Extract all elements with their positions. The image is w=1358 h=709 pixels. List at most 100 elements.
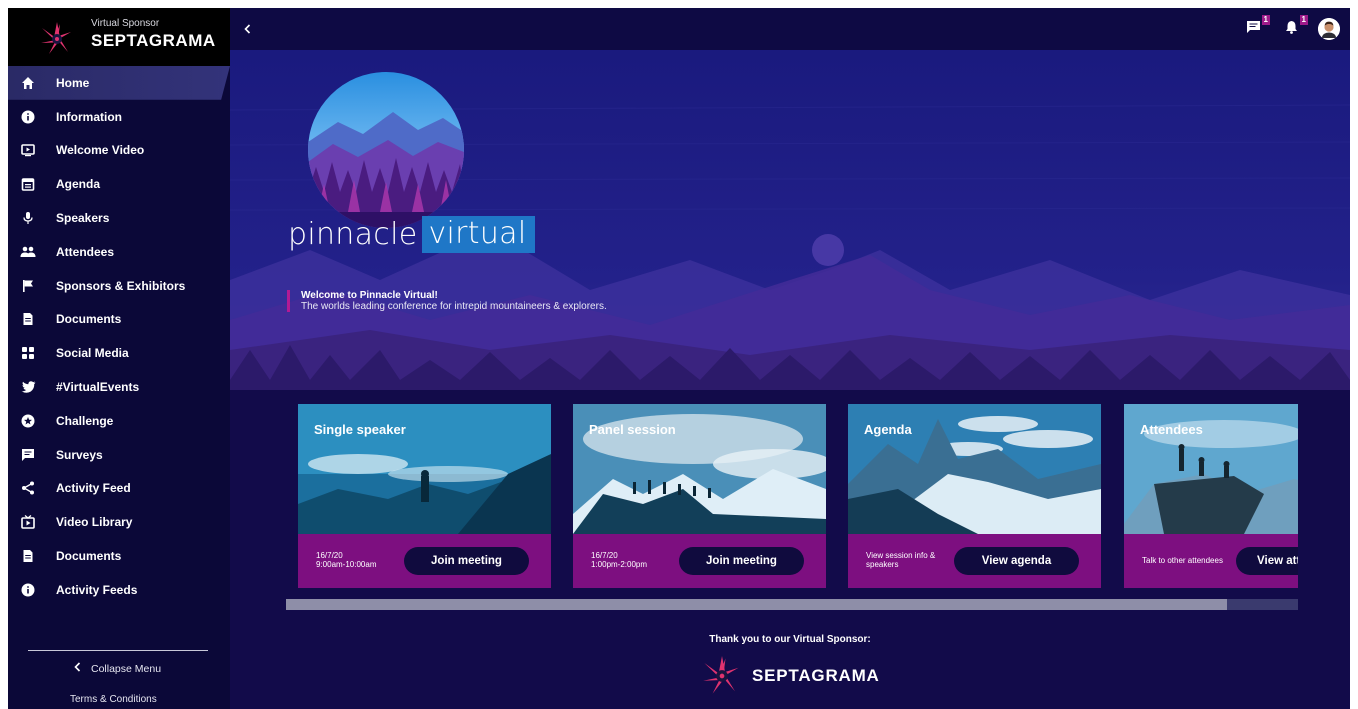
sidebar-item-documents-2[interactable]: Documents <box>8 539 230 573</box>
sponsor-header: Virtual Sponsor SEPTAGRAMA <box>8 8 230 66</box>
logo-word-pinnacle: pinnacle <box>288 217 418 252</box>
sidebar-item-label: Sponsors & Exhibitors <box>56 278 186 293</box>
card-attendees[interactable]: Attendees Talk to other attendees View a… <box>1124 404 1298 588</box>
sidebar-item-label: Challenge <box>56 413 114 428</box>
session-cards: Single speaker 16/7/20 9:00am-10:00am Jo… <box>298 404 1298 588</box>
avatar[interactable] <box>1318 18 1340 40</box>
sidebar-item-agenda[interactable]: Agenda <box>8 167 230 201</box>
document-icon <box>20 311 36 327</box>
card-title: Panel session <box>589 422 676 437</box>
view-attendees-button[interactable]: View attendees <box>1236 547 1298 575</box>
chat-icon <box>1246 20 1261 39</box>
card-info-line: Talk to other attendees <box>1142 556 1223 565</box>
sidebar-item-activity-feeds[interactable]: Activity Feeds <box>8 573 230 607</box>
sidebar-item-surveys[interactable]: Surveys <box>8 438 230 472</box>
sidebar-item-sponsors[interactable]: Sponsors & Exhibitors <box>8 269 230 303</box>
sidebar-item-label: Social Media <box>56 346 129 361</box>
pinnacle-logo-text: pinnacle virtual <box>288 216 535 253</box>
tv-icon <box>20 514 36 530</box>
footer-sponsor-logo: SEPTAGRAMA <box>702 656 880 696</box>
join-meeting-button[interactable]: Join meeting <box>404 547 529 575</box>
twitter-icon <box>20 379 36 395</box>
card-info-line: 9:00am-10:00am <box>316 560 377 569</box>
video-icon <box>20 142 36 158</box>
welcome-title: Welcome to Pinnacle Virtual! <box>301 290 438 301</box>
share-icon <box>20 480 36 496</box>
sidebar-item-label: Documents <box>56 549 122 564</box>
card-info-line: 16/7/20 <box>591 551 618 560</box>
card-info-line: 1:00pm-2:00pm <box>591 560 648 569</box>
sidebar-item-information[interactable]: Information <box>8 100 230 134</box>
sidebar-item-label: Attendees <box>56 244 115 259</box>
terms-link[interactable]: Terms & Conditions <box>70 694 157 705</box>
bell-icon <box>1285 20 1298 39</box>
card-title: Attendees <box>1140 422 1203 437</box>
card-footer: View session info & speakers View agenda <box>848 534 1101 588</box>
sidebar-item-activity-feed[interactable]: Activity Feed <box>8 472 230 506</box>
septagrama-star-logo <box>703 656 739 694</box>
view-agenda-button[interactable]: View agenda <box>954 547 1079 575</box>
microphone-icon <box>20 210 36 226</box>
flag-icon <box>20 278 36 294</box>
card-image: Single speaker <box>298 404 551 534</box>
septagrama-star-logo <box>41 22 71 54</box>
sidebar-item-label: Agenda <box>56 177 101 192</box>
card-image: Panel session <box>573 404 826 534</box>
sidebar-item-label: Video Library <box>56 515 133 530</box>
sidebar-item-welcome-video[interactable]: Welcome Video <box>8 134 230 168</box>
chat-button[interactable]: 1 <box>1242 15 1270 40</box>
back-button[interactable] <box>244 21 251 39</box>
card-title: Single speaker <box>314 422 406 437</box>
welcome-block: Welcome to Pinnacle Virtual! The worlds … <box>287 290 617 312</box>
card-info: 16/7/20 9:00am-10:00am <box>316 551 376 569</box>
home-icon <box>20 75 36 91</box>
sidebar-item-label: Activity Feed <box>56 481 131 496</box>
sidebar-item-attendees[interactable]: Attendees <box>8 235 230 269</box>
sidebar-item-documents[interactable]: Documents <box>8 303 230 337</box>
sidebar-item-label: Activity Feeds <box>56 582 138 597</box>
pinnacle-logo-image <box>308 72 464 228</box>
collapse-menu-button[interactable]: Collapse Menu <box>74 662 161 675</box>
info-icon <box>20 582 36 598</box>
people-icon <box>20 244 36 260</box>
card-info: Talk to other attendees <box>1142 556 1223 565</box>
sidebar-item-social-media[interactable]: Social Media <box>8 336 230 370</box>
card-footer: 16/7/20 9:00am-10:00am Join meeting <box>298 534 551 588</box>
sponsor-name: SEPTAGRAMA <box>91 31 216 50</box>
scrollbar-thumb[interactable] <box>286 599 1228 610</box>
sidebar-item-virtualevents[interactable]: #VirtualEvents <box>8 370 230 404</box>
sidebar-item-home[interactable]: Home <box>8 66 230 100</box>
survey-icon <box>20 447 36 463</box>
star-icon <box>20 413 36 429</box>
notification-badge: 1 <box>1299 15 1308 25</box>
chevron-left-icon <box>74 662 81 675</box>
cards-scrollbar[interactable] <box>286 599 1298 610</box>
top-bar: 1 1 <box>230 8 1350 50</box>
notifications-button[interactable]: 1 <box>1280 15 1308 40</box>
sidebar-item-label: Welcome Video <box>56 143 145 158</box>
card-image: Agenda <box>848 404 1101 534</box>
card-info: 16/7/20 1:00pm-2:00pm <box>591 551 647 569</box>
sidebar-item-label: Surveys <box>56 447 103 462</box>
sidebar-item-label: Information <box>56 109 122 124</box>
info-icon <box>20 109 36 125</box>
collapse-menu-label: Collapse Menu <box>91 662 162 675</box>
welcome-subtitle: The worlds leading conference for intrep… <box>301 301 607 312</box>
chat-badge: 1 <box>1261 15 1270 25</box>
sidebar-divider <box>28 650 208 651</box>
calendar-icon <box>20 176 36 192</box>
card-title: Agenda <box>864 422 912 437</box>
sidebar-item-speakers[interactable]: Speakers <box>8 201 230 235</box>
card-agenda[interactable]: Agenda View session info & speakers View… <box>848 404 1101 588</box>
sidebar-item-label: Documents <box>56 312 122 327</box>
top-actions: 1 1 <box>1242 15 1340 40</box>
sidebar-item-video-library[interactable]: Video Library <box>8 505 230 539</box>
card-panel-session[interactable]: Panel session 16/7/20 1:00pm-2:00pm Join… <box>573 404 826 588</box>
join-meeting-button[interactable]: Join meeting <box>679 547 804 575</box>
card-info-line: View session info & <box>866 551 936 560</box>
card-image: Attendees <box>1124 404 1298 534</box>
logo-word-virtual: virtual <box>422 216 535 253</box>
card-single-speaker[interactable]: Single speaker 16/7/20 9:00am-10:00am Jo… <box>298 404 551 588</box>
card-footer: 16/7/20 1:00pm-2:00pm Join meeting <box>573 534 826 588</box>
sidebar-item-challenge[interactable]: Challenge <box>8 404 230 438</box>
